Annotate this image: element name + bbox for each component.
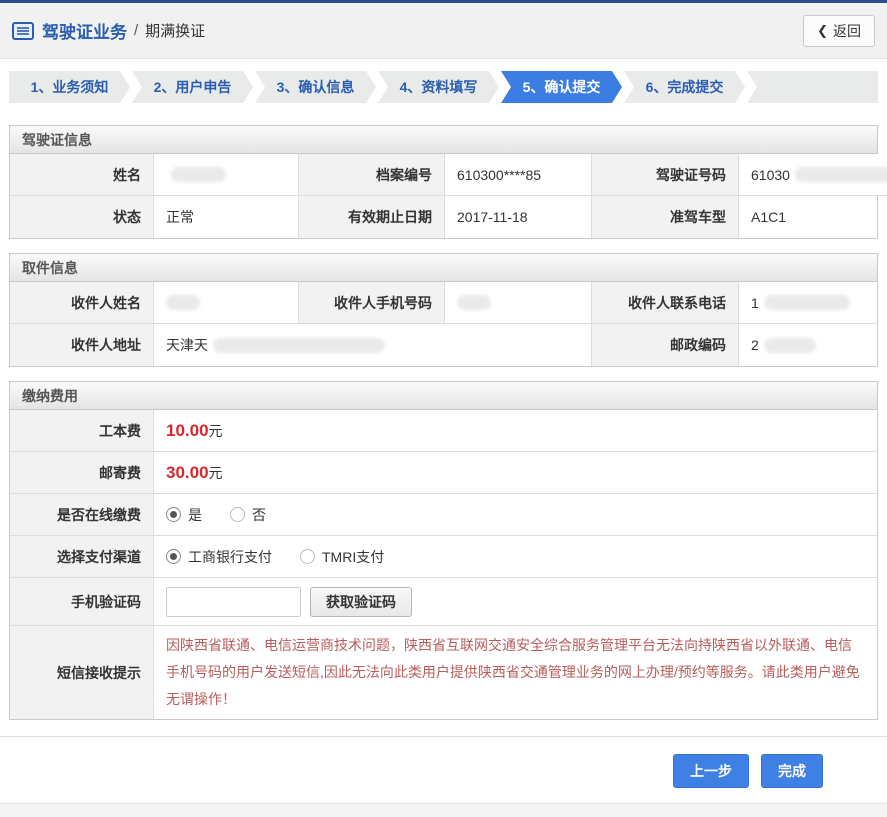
tab-step-3[interactable]: 3、确认信息	[255, 71, 376, 103]
production-fee-value: 10.00 元	[154, 410, 877, 452]
postal-code-value: 2	[739, 324, 877, 366]
tab-step-5-active[interactable]: 5、确认提交	[501, 71, 622, 103]
sms-code-field: 获取验证码	[154, 578, 877, 626]
sms-code-label: 手机验证码	[10, 578, 154, 626]
fees-section-title: 缴纳费用	[10, 382, 877, 410]
payment-channel-options: 工商银行支付 TMRI支付	[154, 536, 877, 578]
name-label: 姓名	[10, 154, 154, 196]
page-header: 驾驶证业务 / 期满换证 ❮ 返回	[0, 3, 887, 59]
tab-bar-filler	[747, 71, 878, 103]
expiry-date-value: 2017-11-18	[445, 196, 592, 238]
recipient-address-label: 收件人地址	[10, 324, 154, 366]
recipient-name-label: 收件人姓名	[10, 282, 154, 324]
table-row: 收件人地址 天津天 邮政编码 2	[10, 324, 877, 366]
radio-label: 否	[252, 506, 266, 523]
recipient-mobile-value	[445, 282, 592, 324]
step-tabs: 1、业务须知 2、用户申告 3、确认信息 4、资料填写 5、确认提交 6、完成提…	[9, 71, 878, 103]
license-number-label: 驾驶证号码	[592, 154, 739, 196]
production-fee-unit: 元	[208, 422, 223, 439]
radio-channel-icbc[interactable]: 工商银行支付	[166, 547, 272, 567]
license-info-section: 驾驶证信息 姓名 档案编号 610300****85 驾驶证号码 61030 状…	[9, 125, 887, 239]
chevron-left-icon: ❮	[817, 22, 828, 38]
recipient-name-value	[154, 282, 299, 324]
table-row: 邮寄费 30.00 元	[10, 452, 877, 494]
recipient-phone-label: 收件人联系电话	[592, 282, 739, 324]
redacted-blob	[213, 337, 385, 353]
vehicle-class-label: 准驾车型	[592, 196, 739, 238]
breadcrumb-current: 期满换证	[145, 23, 206, 40]
radio-channel-tmri[interactable]: TMRI支付	[300, 547, 384, 567]
tab-step-1[interactable]: 1、业务须知	[9, 71, 130, 103]
radio-unchecked-icon	[230, 507, 245, 522]
sms-notice-text: 因陕西省联通、电信运营商技术问题，陕西省互联网交通安全综合服务管理平台无法向持陕…	[166, 637, 860, 707]
recipient-mobile-label: 收件人手机号码	[299, 282, 445, 324]
table-row: 手机验证码 获取验证码	[10, 578, 877, 626]
pickup-info-section: 取件信息 收件人姓名 收件人手机号码 收件人联系电话 1 收件人地址 天津天 邮…	[9, 253, 878, 367]
sms-code-input[interactable]	[166, 586, 301, 617]
main-content: 驾驶证信息 姓名 档案编号 610300****85 驾驶证号码 61030 状…	[0, 125, 887, 720]
previous-step-button[interactable]: 上一步	[673, 754, 749, 788]
fees-section: 缴纳费用 工本费 10.00 元 邮寄费 30.00 元 是否在线缴费 是 否 …	[9, 381, 878, 720]
vehicle-class-value: A1C1	[739, 196, 877, 238]
list-icon	[12, 21, 34, 40]
mail-fee-label: 邮寄费	[10, 452, 154, 494]
sms-notice-cell: 因陕西省联通、电信运营商技术问题，陕西省互联网交通安全综合服务管理平台无法向持陕…	[154, 626, 877, 719]
redacted-blob	[171, 167, 226, 182]
tab-step-4[interactable]: 4、资料填写	[378, 71, 499, 103]
file-number-value: 610300****85	[445, 154, 592, 196]
expiry-date-label: 有效期止日期	[299, 196, 445, 238]
tab-step-2[interactable]: 2、用户申告	[132, 71, 253, 103]
radio-online-payment-no[interactable]: 否	[230, 505, 266, 525]
redacted-blob	[763, 295, 850, 310]
mail-fee-amount: 30.00	[166, 462, 209, 482]
bottom-band	[0, 803, 887, 817]
back-button-label: 返回	[833, 22, 861, 39]
table-row: 工本费 10.00 元	[10, 410, 877, 452]
file-number-label: 档案编号	[299, 154, 445, 196]
radio-label: TMRI支付	[322, 548, 385, 565]
production-fee-amount: 10.00	[166, 420, 209, 440]
license-section-title: 驾驶证信息	[10, 126, 877, 154]
radio-checked-icon	[166, 507, 181, 522]
table-row: 收件人姓名 收件人手机号码 收件人联系电话 1	[10, 282, 877, 324]
radio-checked-icon	[166, 549, 181, 564]
redacted-blob	[166, 295, 200, 310]
tab-step-6[interactable]: 6、完成提交	[624, 71, 745, 103]
mail-fee-unit: 元	[208, 464, 223, 481]
table-row: 是否在线缴费 是 否	[10, 494, 877, 536]
redacted-blob	[794, 167, 887, 182]
table-row: 姓名 档案编号 610300****85 驾驶证号码 61030	[10, 154, 887, 196]
recipient-address-value: 天津天	[154, 324, 592, 366]
get-sms-code-button[interactable]: 获取验证码	[310, 586, 412, 617]
finish-button[interactable]: 完成	[761, 754, 823, 788]
status-label: 状态	[10, 196, 154, 238]
table-row: 选择支付渠道 工商银行支付 TMRI支付	[10, 536, 877, 578]
redacted-blob	[763, 337, 816, 353]
mail-fee-value: 30.00 元	[154, 452, 877, 494]
radio-online-payment-yes[interactable]: 是	[166, 505, 202, 525]
footer-actions: 上一步 完成	[0, 737, 887, 803]
online-payment-label: 是否在线缴费	[10, 494, 154, 536]
back-button[interactable]: ❮ 返回	[803, 14, 875, 47]
table-row: 状态 正常 有效期止日期 2017-11-18 准驾车型 A1C1	[10, 196, 877, 238]
radio-label: 是	[188, 506, 202, 523]
table-row: 短信接收提示 因陕西省联通、电信运营商技术问题，陕西省互联网交通安全综合服务管理…	[10, 626, 877, 719]
name-value	[154, 154, 299, 196]
redacted-blob	[457, 295, 491, 310]
pickup-section-title: 取件信息	[10, 254, 877, 282]
radio-unchecked-icon	[300, 549, 315, 564]
sms-notice-label: 短信接收提示	[10, 626, 154, 719]
online-payment-options: 是 否	[154, 494, 877, 536]
breadcrumb-separator: /	[134, 22, 139, 39]
payment-channel-label: 选择支付渠道	[10, 536, 154, 578]
license-number-value: 61030	[739, 154, 887, 196]
postal-code-label: 邮政编码	[592, 324, 739, 366]
radio-label: 工商银行支付	[188, 548, 272, 565]
production-fee-label: 工本费	[10, 410, 154, 452]
recipient-phone-value: 1	[739, 282, 877, 324]
status-value: 正常	[154, 196, 299, 238]
page-title: 驾驶证业务	[42, 23, 127, 42]
